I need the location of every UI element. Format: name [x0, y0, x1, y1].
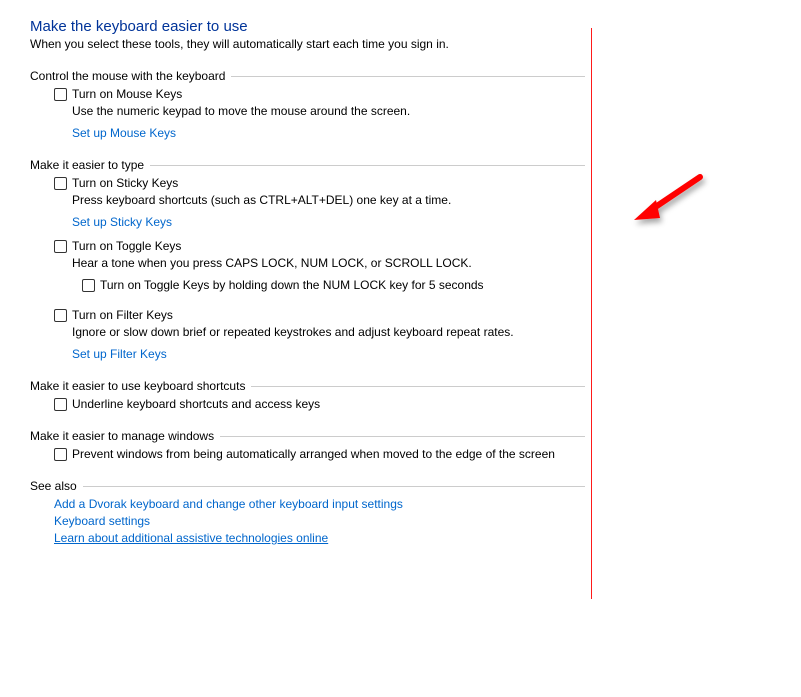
toggle-keys-hold-label: Turn on Toggle Keys by holding down the …: [100, 278, 484, 292]
checkbox-icon[interactable]: [82, 279, 95, 292]
dvorak-settings-link[interactable]: Add a Dvorak keyboard and change other k…: [54, 497, 403, 511]
toggle-keys-description: Hear a tone when you press CAPS LOCK, NU…: [72, 256, 771, 270]
section-header-windows: Make it easier to manage windows: [30, 429, 585, 443]
prevent-arrange-label: Prevent windows from being automatically…: [72, 447, 555, 461]
see-also-header: See also: [30, 479, 585, 493]
keyboard-settings-link[interactable]: Keyboard settings: [54, 514, 150, 528]
section-header-mouse: Control the mouse with the keyboard: [30, 69, 585, 83]
section-manage-windows: Make it easier to manage windows Prevent…: [30, 429, 771, 461]
annotation-vertical-line: [591, 28, 592, 599]
see-also-label: See also: [30, 479, 83, 493]
page-title: Make the keyboard easier to use: [30, 18, 771, 35]
setup-filter-keys-link[interactable]: Set up Filter Keys: [72, 347, 167, 361]
divider: [83, 486, 585, 487]
mouse-keys-label: Turn on Mouse Keys: [72, 87, 182, 101]
prevent-arrange-checkbox-row[interactable]: Prevent windows from being automatically…: [54, 447, 771, 461]
section-header-shortcuts: Make it easier to use keyboard shortcuts: [30, 379, 585, 393]
checkbox-icon[interactable]: [54, 309, 67, 322]
checkbox-icon[interactable]: [54, 177, 67, 190]
section-see-also: See also Add a Dvorak keyboard and chang…: [30, 479, 771, 545]
setup-mouse-keys-link[interactable]: Set up Mouse Keys: [72, 126, 176, 140]
divider: [231, 76, 585, 77]
sticky-keys-description: Press keyboard shortcuts (such as CTRL+A…: [72, 193, 771, 207]
section-header-label: Make it easier to manage windows: [30, 429, 220, 443]
divider: [251, 386, 585, 387]
checkbox-icon[interactable]: [54, 398, 67, 411]
checkbox-icon[interactable]: [54, 88, 67, 101]
mouse-keys-description: Use the numeric keypad to move the mouse…: [72, 104, 771, 118]
section-header-type: Make it easier to type: [30, 158, 585, 172]
toggle-keys-hold-checkbox-row[interactable]: Turn on Toggle Keys by holding down the …: [82, 278, 771, 292]
checkbox-icon[interactable]: [54, 240, 67, 253]
section-keyboard-shortcuts: Make it easier to use keyboard shortcuts…: [30, 379, 771, 411]
toggle-keys-checkbox-row[interactable]: Turn on Toggle Keys: [54, 239, 771, 253]
filter-keys-description: Ignore or slow down brief or repeated ke…: [72, 325, 771, 339]
section-header-label: Control the mouse with the keyboard: [30, 69, 231, 83]
divider: [220, 436, 585, 437]
section-header-label: Make it easier to use keyboard shortcuts: [30, 379, 251, 393]
divider: [150, 165, 585, 166]
sticky-keys-label: Turn on Sticky Keys: [72, 176, 178, 190]
filter-keys-checkbox-row[interactable]: Turn on Filter Keys: [54, 308, 771, 322]
underline-shortcuts-checkbox-row[interactable]: Underline keyboard shortcuts and access …: [54, 397, 771, 411]
section-mouse-control: Control the mouse with the keyboard Turn…: [30, 69, 771, 140]
assistive-tech-link[interactable]: Learn about additional assistive technol…: [54, 531, 328, 545]
filter-keys-label: Turn on Filter Keys: [72, 308, 173, 322]
mouse-keys-checkbox-row[interactable]: Turn on Mouse Keys: [54, 87, 771, 101]
sticky-keys-checkbox-row[interactable]: Turn on Sticky Keys: [54, 176, 771, 190]
section-easier-type: Make it easier to type Turn on Sticky Ke…: [30, 158, 771, 361]
section-header-label: Make it easier to type: [30, 158, 150, 172]
setup-sticky-keys-link[interactable]: Set up Sticky Keys: [72, 215, 172, 229]
checkbox-icon[interactable]: [54, 448, 67, 461]
page-subtitle: When you select these tools, they will a…: [30, 37, 771, 51]
toggle-keys-label: Turn on Toggle Keys: [72, 239, 181, 253]
underline-shortcuts-label: Underline keyboard shortcuts and access …: [72, 397, 320, 411]
